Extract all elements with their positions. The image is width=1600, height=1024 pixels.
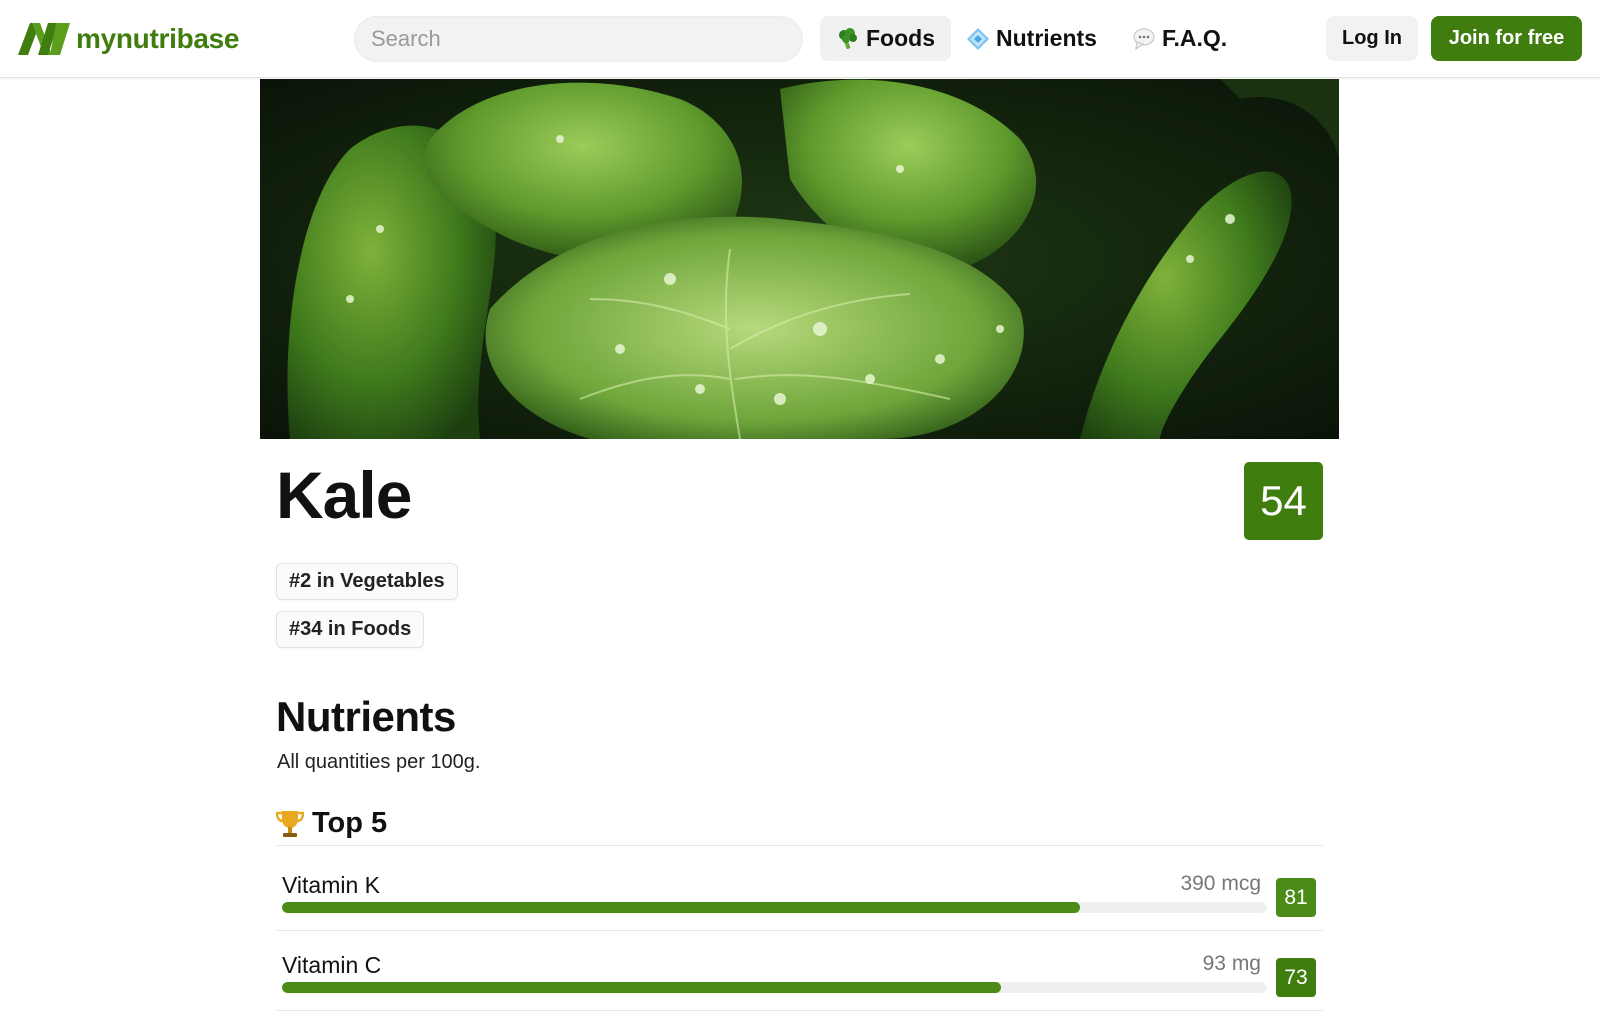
nutrient-progress-track: [282, 902, 1267, 913]
nav-faq-label: F.A.Q.: [1162, 25, 1228, 51]
diamond-icon: [966, 27, 990, 51]
search-input[interactable]: [354, 16, 803, 62]
top5-label: Top 5: [312, 807, 388, 839]
speech-bubble-icon: [1132, 27, 1156, 51]
nutrient-name: Vitamin K: [282, 872, 381, 898]
divider: [276, 1010, 1323, 1011]
divider: [276, 845, 1323, 846]
hero-image: [260, 79, 1339, 439]
food-score-badge: 54: [1244, 462, 1323, 540]
rank-badge-foods[interactable]: #34 in Foods: [276, 611, 425, 648]
nutrient-score-badge: 73: [1276, 958, 1316, 997]
nutrient-progress-fill: [282, 982, 1002, 993]
logo-name: nutribase: [115, 23, 240, 54]
login-button[interactable]: Log In: [1326, 16, 1418, 61]
nav-nutrients[interactable]: Nutrients: [950, 16, 1113, 61]
top-navigation-bar: mynutribase Foods Nutrients: [0, 0, 1600, 78]
nutrient-row-vitamin-c[interactable]: Vitamin C 93 mg 73: [276, 950, 1323, 1024]
nutrient-name: Vitamin C: [282, 952, 382, 978]
top5-heading: Top 5: [275, 807, 388, 840]
nutrients-subtitle: All quantities per 100g.: [277, 751, 481, 773]
nav-nutrients-label: Nutrients: [996, 25, 1097, 51]
nutrient-amount: 390 mcg: [1180, 872, 1261, 895]
nutrient-progress-fill: [282, 902, 1080, 913]
logo-text: mynutribase: [76, 23, 240, 55]
trophy-icon: [275, 809, 305, 839]
nutrient-amount: 93 mg: [1202, 952, 1261, 975]
nutrient-progress-track: [282, 982, 1267, 993]
logo[interactable]: mynutribase: [18, 20, 240, 58]
join-button[interactable]: Join for free: [1431, 16, 1582, 61]
nav-foods[interactable]: Foods: [820, 16, 951, 61]
nutrient-row-vitamin-k[interactable]: Vitamin K 390 mcg 81: [276, 870, 1323, 950]
logo-mark-icon: [18, 23, 70, 55]
nav-foods-label: Foods: [866, 25, 935, 51]
nutrient-score-badge: 81: [1276, 878, 1316, 917]
broccoli-icon: [836, 27, 860, 51]
rank-badge-vegetables[interactable]: #2 in Vegetables: [276, 563, 458, 600]
divider: [276, 930, 1323, 931]
logo-prefix: my: [76, 23, 116, 54]
kale-leaves-photo: [260, 79, 1339, 439]
food-title: Kale: [276, 458, 412, 532]
nav-faq[interactable]: F.A.Q.: [1116, 16, 1243, 61]
nutrients-heading: Nutrients: [276, 693, 456, 740]
